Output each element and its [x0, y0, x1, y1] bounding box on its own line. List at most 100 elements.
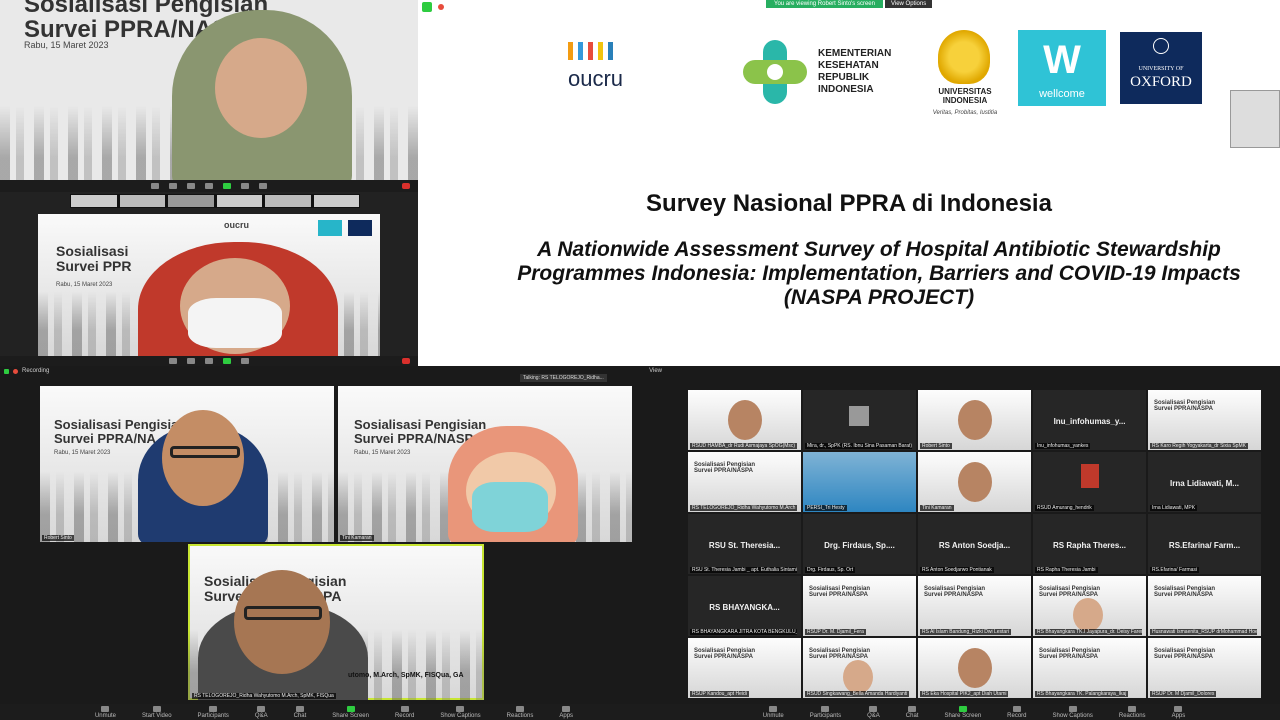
- start-video-button[interactable]: Start Video: [142, 705, 172, 719]
- participant-video-right[interactable]: Sosialisasi Pengisian Survei PPRA/NASP R…: [338, 386, 632, 542]
- slide-date: Rabu, 15 Maret 2023: [354, 450, 411, 456]
- participant-tile[interactable]: RS Rapha Theres... RS Rapha Theresia Jamb…: [1033, 514, 1146, 574]
- mic-icon[interactable]: [151, 183, 159, 189]
- participant-tile[interactable]: RS BHAYANGKA... RS BHAYANGKARA JITRA KOTA…: [688, 576, 801, 636]
- participant-tile[interactable]: Sosialisasi Pengisian Survei PPRA/NASPA RS…: [1148, 390, 1261, 450]
- participant-name: RSU St. Theresia Jambi _ apt. Euthalia S…: [690, 567, 798, 573]
- captions-button[interactable]: Show Captions: [440, 705, 481, 719]
- participant-display-name: Drg. Firdaus, Sp....: [824, 541, 895, 550]
- security-shield-icon[interactable]: [422, 2, 432, 12]
- participant-face: [728, 400, 762, 440]
- leave-button[interactable]: [402, 183, 410, 189]
- participant-tile[interactable]: Sosialisasi Pengisian Survei PPRA/NASPA RS…: [1148, 638, 1261, 698]
- recording-indicator: Recording: [4, 368, 49, 374]
- reactions-button[interactable]: Reactions: [507, 705, 533, 719]
- participant-tile[interactable]: PERSI_Tri Hesty: [803, 452, 916, 512]
- qa-button[interactable]: Q&A: [255, 705, 268, 719]
- qa-button[interactable]: Q&A: [867, 705, 880, 719]
- participant-tile[interactable]: Tini Kamaran: [918, 452, 1031, 512]
- participant-video-left[interactable]: Sosialisasi Pengisian Survei PPRA/NA Rab…: [40, 386, 334, 542]
- thumbnail[interactable]: [313, 195, 359, 207]
- partner-logos: oucru KEMENTERIAN KESEHATAN REPUBLIK IND…: [418, 30, 1280, 120]
- default-avatar-icon: [849, 406, 869, 426]
- slide-date: Rabu, 15 Maret 2023: [54, 450, 111, 456]
- speaker-caption: utomo, M.Arch, SpMK, FISQua, GA: [348, 672, 464, 679]
- view-options-button[interactable]: View Options: [884, 0, 933, 8]
- viewing-text: You are viewing Robert Sinto's screen: [766, 0, 883, 8]
- participant-tile[interactable]: Sosialisasi Pengisian Survei PPRA/NASPA RS…: [688, 638, 801, 698]
- participant-name: RSUD Amurang_hendrik: [1035, 505, 1094, 511]
- participant-tile[interactable]: Irna Lidiawati, M... Irna Lidiawati, MPK: [1148, 452, 1261, 512]
- participant-tile[interactable]: RSUD HAMBA_dr Rudi Asmajaya SpOG(Msc): [688, 390, 801, 450]
- participants-icon[interactable]: [187, 183, 195, 189]
- wellcome-logo: W wellcome: [1018, 30, 1106, 106]
- participant-tile[interactable]: RSUD Amurang_hendrik: [1033, 452, 1146, 512]
- participant-tile[interactable]: RSU St. Theresia... RSU St. Theresia Jamb…: [688, 514, 801, 574]
- shared-slide: oucru Sosialisasi Survei PPR Rabu, 15 Ma…: [38, 214, 380, 356]
- share-screen-button[interactable]: Share Screen: [944, 705, 981, 719]
- chat-button[interactable]: Chat: [294, 705, 306, 719]
- participant-tile[interactable]: Sosialisasi Pengisian Survei PPRA/NASPA RS…: [803, 576, 916, 636]
- participant-name: Robert Sinto: [920, 443, 952, 449]
- participant-tile[interactable]: Inu_infohumas_y... Inu_infohumas_yankes: [1033, 390, 1146, 450]
- participant-display-name: Irna Lidiawati, M...: [1170, 479, 1239, 488]
- participant-tile[interactable]: RS.Efarina/ Farm... RS.Efarina/ Farmasi: [1148, 514, 1261, 574]
- participants-button[interactable]: Participants: [810, 705, 841, 719]
- leave-button[interactable]: [402, 358, 410, 364]
- participant-name: Mira, dr., SpPK (RS. Ibnu Sina Pasaman B…: [805, 443, 913, 449]
- thumbnail[interactable]: [265, 195, 311, 207]
- participants-button[interactable]: Participants: [198, 705, 229, 719]
- thumbnail[interactable]: [71, 195, 117, 207]
- captions-button[interactable]: Show Captions: [1053, 705, 1093, 719]
- recording-dot-icon: [13, 368, 18, 374]
- thumbnail-strip: [70, 194, 360, 208]
- thumbnail[interactable]: [168, 195, 214, 207]
- subtitle-line3: (NASPA PROJECT): [783, 286, 975, 310]
- chat-button[interactable]: Chat: [906, 705, 918, 719]
- share-screen-icon[interactable]: [223, 183, 231, 189]
- mini-slide: Sosialisasi Pengisian Survei PPRA/NASPA: [1148, 638, 1261, 698]
- participant-tile[interactable]: Sosialisasi Pengisian Survei PPRA/NASPA RS…: [803, 638, 916, 698]
- participant-name: RSUP Kandou_apt Heidi: [690, 691, 749, 697]
- active-speaker-video[interactable]: Sosialisasi Pengisian Survei PPRA/NASPA …: [188, 544, 484, 700]
- video-icon[interactable]: [169, 183, 177, 189]
- record-button[interactable]: Record: [1007, 705, 1027, 719]
- participant-tile[interactable]: Drg. Firdaus, Sp.... Drg. Firdaus, Sp. Or…: [803, 514, 916, 574]
- mic-icon[interactable]: [169, 358, 177, 364]
- view-button[interactable]: View: [649, 368, 662, 374]
- reactions-button[interactable]: Reactions: [1119, 705, 1146, 719]
- participant-tile[interactable]: RS Eka Hospital PIK2_apt Diah Utami: [918, 638, 1031, 698]
- glasses-icon: [244, 606, 322, 620]
- participant-name: Tini Kamaran: [920, 505, 954, 511]
- participant-tile[interactable]: Robert Sinto: [918, 390, 1031, 450]
- record-icon[interactable]: [241, 183, 249, 189]
- wellcome-logo: [318, 220, 342, 236]
- unmute-button[interactable]: Unmute: [95, 705, 116, 719]
- participants-icon[interactable]: [205, 358, 213, 364]
- video-icon[interactable]: [187, 358, 195, 364]
- unmute-button[interactable]: Unmute: [763, 705, 784, 719]
- thumbnail[interactable]: [119, 195, 165, 207]
- share-screen-icon[interactable]: [223, 358, 231, 364]
- apps-button[interactable]: Apps: [1172, 705, 1185, 719]
- apps-button[interactable]: Apps: [559, 705, 573, 719]
- share-screen-button[interactable]: Share Screen: [332, 705, 369, 719]
- speaker-video-top-left: Sosialisasi Pengisian Survei PPRA/NASPA …: [0, 0, 418, 192]
- ui-crest-icon: [938, 30, 990, 84]
- participant-tile[interactable]: Sosialisasi Pengisian Survei PPRA/NASPA Hu…: [1148, 576, 1261, 636]
- participant-tile[interactable]: Sosialisasi Pengisian Survei PPRA/NASPA RS…: [1033, 638, 1146, 698]
- speaker-face: [234, 570, 330, 674]
- chat-icon[interactable]: [205, 183, 213, 189]
- participant-tile[interactable]: Sosialisasi Pengisian Survei PPRA/NASPA RS…: [688, 452, 801, 512]
- presenter-thumbnail[interactable]: [1230, 90, 1280, 148]
- thumbnail[interactable]: [216, 195, 262, 207]
- participant-tile[interactable]: Sosialisasi Pengisian Survei PPRA/NASPA RS…: [918, 576, 1031, 636]
- reactions-icon[interactable]: [259, 183, 267, 189]
- participant-tile[interactable]: Mira, dr., SpPK (RS. Ibnu Sina Pasaman B…: [803, 390, 916, 450]
- record-icon[interactable]: [241, 358, 249, 364]
- participant-tile[interactable]: Sosialisasi Pengisian Survei PPRA/NASPA RS…: [1033, 576, 1146, 636]
- ui-text: UNIVERSITAS INDONESIA: [938, 87, 992, 105]
- participant-tile[interactable]: RS Anton Soedja... RS Anton Soedjarwo Pon…: [918, 514, 1031, 574]
- record-button[interactable]: Record: [395, 705, 414, 719]
- participant-name: Robert Sinto: [42, 535, 74, 541]
